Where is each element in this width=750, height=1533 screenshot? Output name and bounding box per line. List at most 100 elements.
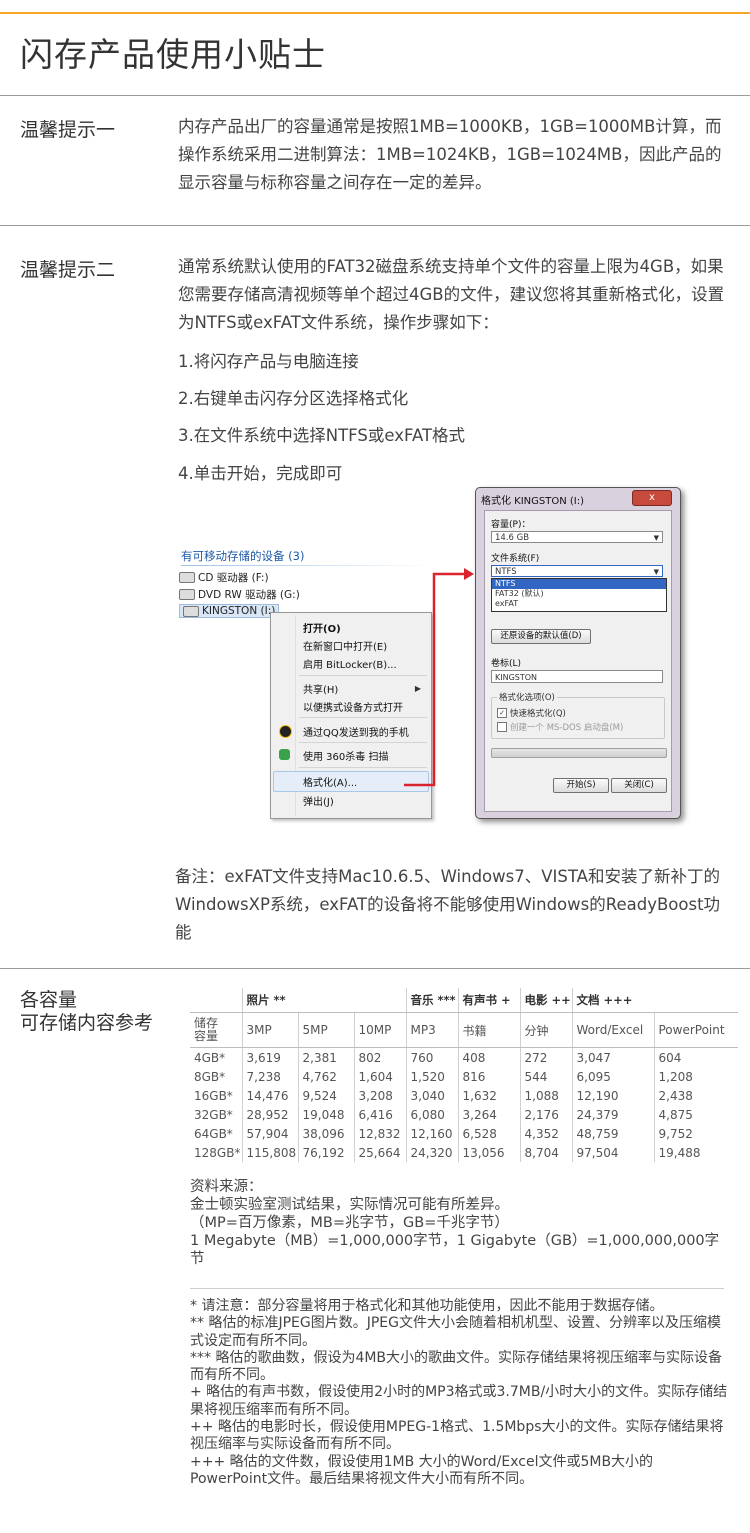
sub-header-5mp: 5MP: [297, 1012, 354, 1048]
table-cell: 1,632: [457, 1086, 520, 1105]
cd-drive[interactable]: CD 驱动器 (F:): [179, 570, 269, 585]
group-header-documents: 文档 +++: [571, 988, 738, 1013]
table-cell: 38,096: [297, 1124, 354, 1143]
filesystem-value: NTFS: [495, 567, 517, 577]
option-exfat[interactable]: exFAT: [492, 599, 666, 609]
start-button[interactable]: 开始(S): [553, 778, 609, 793]
table-cell: 12,832: [353, 1124, 406, 1143]
context-menu: 打开(O) 在新窗口中打开(E) 启用 BitLocker(B)... 共享(H…: [270, 612, 432, 819]
header-underline: [181, 565, 435, 566]
dialog-close-button[interactable]: x: [632, 490, 672, 506]
table-cell: 802: [353, 1047, 406, 1067]
exfat-note: 备注：exFAT文件支持Mac10.6.5、Windows7、VISTA和安装了…: [175, 867, 721, 942]
arrow-head-icon: [464, 568, 474, 580]
sub-header-books: 书籍: [457, 1012, 520, 1048]
menu-item-open-new-window[interactable]: 在新窗口中打开(E): [303, 638, 387, 653]
table-cell: 604: [653, 1047, 738, 1067]
option-fat32[interactable]: FAT32 (默认): [492, 589, 666, 599]
drive-icon: [179, 589, 195, 600]
menu-item-format[interactable]: 格式化(A)...: [303, 774, 357, 789]
sub-header-3mp: 3MP: [241, 1012, 298, 1048]
source-line: 金士顿实验室测试结果，实际情况可能有所差异。: [190, 1197, 509, 1213]
table-cell: 28,952: [241, 1105, 298, 1124]
menu-item-open[interactable]: 打开(O): [303, 620, 341, 635]
table-cell: 57,904: [241, 1124, 298, 1143]
table-cell: 2,438: [653, 1086, 738, 1105]
capacity-table: 照片 ** 音乐 *** 有声书 + 电影 ++ 文档 +++ 储存 容量 3MP…: [190, 988, 738, 1162]
table-cell: 25,664: [353, 1143, 406, 1162]
table-cell: 4,352: [519, 1124, 572, 1143]
source-line: 1 Megabyte（MB）=1,000,000字节，1 Gigabyte（GB…: [190, 1233, 720, 1267]
menu-item-bitlocker[interactable]: 启用 BitLocker(B)...: [303, 656, 397, 671]
menu-item-360-scan[interactable]: 使用 360杀毒 扫描: [303, 748, 388, 763]
footnote: + 略估的有声书数，假设使用2小时的MP3格式或3.7MB/小时大小的文件。实际…: [190, 1384, 728, 1418]
tip2-text: 通常系统默认使用的FAT32磁盘系统支持单个文件的容量上限为4GB，如果您需要存…: [178, 257, 725, 332]
kingston-drive[interactable]: KINGSTON (I:): [179, 604, 280, 618]
table-cell: 24,379: [571, 1105, 654, 1124]
format-options-label: 格式化选项(O): [497, 691, 557, 703]
menu-item-qq-send[interactable]: 通过QQ发送到我的手机: [303, 724, 409, 739]
table-cell: 4,762: [297, 1067, 354, 1086]
option-ntfs[interactable]: NTFS: [492, 579, 666, 589]
group-header-audiobooks: 有声书 +: [457, 988, 520, 1013]
filesystem-label: 文件系统(F): [491, 554, 540, 564]
table-cell: 6,080: [405, 1105, 458, 1124]
page-title: 闪存产品使用小贴士: [20, 35, 326, 74]
table-row-capacity: 16GB*: [194, 1088, 233, 1103]
quick-format-checkbox[interactable]: ✓ 快速格式化(Q): [497, 707, 566, 719]
table-cell: 4,875: [653, 1105, 738, 1124]
divider: [0, 225, 750, 226]
table-cell: 97,504: [571, 1143, 654, 1162]
tip1-text: 内存产品出厂的容量通常是按照1MB=1000KB，1GB=1000MB计算，而操…: [178, 117, 722, 192]
table-cell: 3,040: [405, 1086, 458, 1105]
volume-input[interactable]: KINGSTON: [491, 670, 663, 683]
shield-icon: [279, 749, 290, 760]
sub-header-mp3: MP3: [405, 1012, 458, 1048]
table-row: 8GB* 7,238 4,762 1,604 1,520 816 544 6,095 1,208: [190, 1067, 738, 1086]
footnote: *** 略估的歌曲数，假设为4MB大小的歌曲文件。实际存储结果将视压缩率与实际设…: [190, 1349, 723, 1384]
table-cell: 76,192: [297, 1143, 354, 1162]
capacity-label-line2: 可存储内容参考: [20, 1012, 154, 1034]
dialog-body: 容量(P)： 14.6 GB ▼ 文件系统(F) NTFS ▼ NTFS FAT…: [484, 510, 672, 812]
step-1: 1.将闪存产品与电脑连接: [178, 352, 359, 371]
table-cell: 1,088: [519, 1086, 572, 1105]
step-4: 4.单击开始，完成即可: [178, 464, 343, 483]
divider: [0, 968, 750, 969]
table-cell: 1,208: [653, 1067, 738, 1086]
filesystem-select[interactable]: NTFS ▼: [491, 565, 663, 577]
table-cell: 2,176: [519, 1105, 572, 1124]
table-sub-header-row: 储存 容量 3MP 5MP 10MP MP3 书籍 分钟 Word/Excel P…: [190, 1012, 738, 1048]
group-header-photos: 照片 **: [241, 988, 406, 1013]
row-header-capacity: 储存 容量: [190, 1012, 242, 1048]
restore-defaults-button[interactable]: 还原设备的默认值(D): [491, 629, 591, 644]
group-header-music: 音乐 ***: [405, 988, 458, 1013]
close-button[interactable]: 关闭(C): [611, 778, 667, 793]
source-divider: [190, 1288, 724, 1289]
table-cell: 115,808: [241, 1143, 298, 1162]
removable-devices-header: 有可移动存储的设备 (3): [181, 549, 305, 563]
table-row: 4GB* 3,619 2,381 802 760 408 272 3,047 604: [190, 1047, 738, 1067]
table-row: 128GB* 115,808 76,192 25,664 24,320 13,056 8,7…: [190, 1143, 738, 1162]
table-row-capacity: 4GB*: [194, 1050, 226, 1065]
source-line: （MP=百万像素，MB=兆字节，GB=千兆字节）: [190, 1215, 509, 1231]
step-2: 2.右键单击闪存分区选择格式化: [178, 389, 409, 408]
table-cell: 1,604: [353, 1067, 406, 1086]
step-3: 3.在文件系统中选择NTFS或exFAT格式: [178, 426, 466, 445]
table-cell: 8,704: [519, 1143, 572, 1162]
row-header-line1: 储存: [194, 1016, 219, 1030]
menu-item-portable[interactable]: 以便携式设备方式打开: [303, 699, 403, 714]
menu-item-share[interactable]: 共享(H): [303, 681, 338, 696]
table-cell: 3,047: [571, 1047, 654, 1067]
menu-item-eject[interactable]: 弹出(J): [303, 793, 334, 808]
dvd-drive[interactable]: DVD RW 驱动器 (G:): [179, 587, 300, 602]
source-block: 资料来源： 金士顿实验室测试结果，实际情况可能有所差异。 （MP=百万像素，MB…: [190, 1178, 730, 1268]
capacity-select[interactable]: 14.6 GB ▼: [491, 531, 663, 543]
table-cell: 13,056: [457, 1143, 520, 1162]
capacity-label-line1: 各容量: [20, 989, 78, 1011]
msdos-checkbox: 创建一个 MS-DOS 启动盘(M): [497, 721, 623, 733]
dropdown-arrow-icon: ▼: [653, 568, 659, 576]
dialog-title: 格式化 KINGSTON (I:): [481, 496, 585, 507]
group-header-movies: 电影 ++: [519, 988, 572, 1013]
table-cell: 12,160: [405, 1124, 458, 1143]
table-row-capacity: 64GB*: [194, 1126, 233, 1141]
